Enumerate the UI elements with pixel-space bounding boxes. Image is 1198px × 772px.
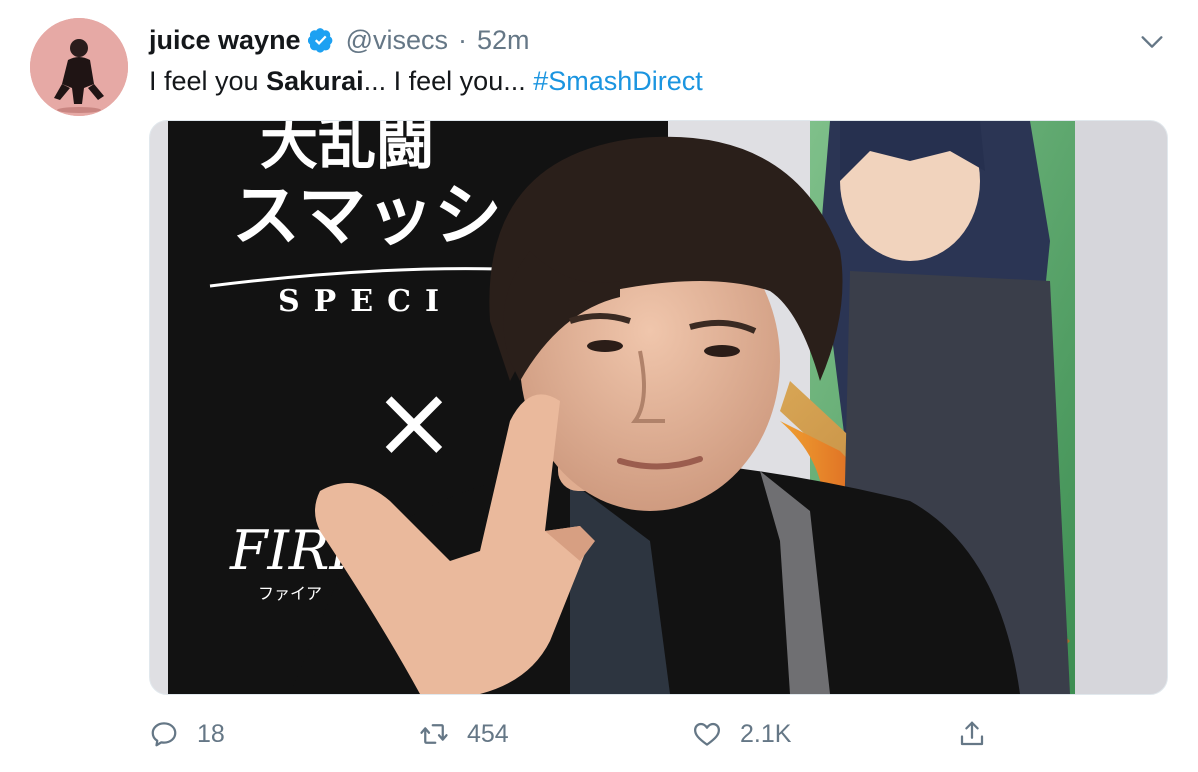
tweet-text: I feel you Sakurai... I feel you... #Sma…	[149, 62, 703, 100]
handle[interactable]: @visecs	[346, 25, 448, 56]
reply-icon	[151, 722, 177, 747]
tweet-header: juice wayne @visecs · 52m	[149, 20, 530, 60]
reply-button[interactable]: 18	[149, 712, 225, 756]
like-button[interactable]: 2.1K	[692, 712, 791, 756]
media-image: 大乱闘 スマッシュブラ SPECI × FIRE ファイア	[150, 121, 1167, 694]
tweet-text-part2: ... I feel you...	[363, 66, 534, 96]
tweet-text-part1: I feel you	[149, 66, 267, 96]
like-count: 2.1K	[740, 719, 792, 748]
verified-badge-icon	[307, 28, 332, 53]
reply-count: 18	[197, 719, 225, 748]
media-text-fire-emblem-kana: ファイア	[258, 584, 322, 603]
tweet-media[interactable]: 大乱闘 スマッシュブラ SPECI × FIRE ファイア	[149, 120, 1168, 695]
tweet-actions: 18 454 2.1K	[149, 712, 1166, 756]
share-icon	[960, 721, 984, 746]
retweet-button[interactable]: 454	[419, 712, 509, 756]
avatar[interactable]	[30, 18, 128, 116]
display-name[interactable]: juice wayne	[149, 25, 301, 56]
retweet-count: 454	[467, 719, 509, 748]
media-text-logo-line1: 大乱闘	[260, 121, 434, 177]
media-text-special: SPECI	[278, 284, 453, 319]
share-button[interactable]	[957, 712, 1005, 756]
timestamp[interactable]: 52m	[477, 25, 530, 56]
retweet-icon	[420, 724, 448, 744]
like-icon	[694, 722, 720, 746]
media-text-cross: ×	[372, 363, 456, 480]
avatar-image	[30, 18, 128, 116]
tweet[interactable]: juice wayne @visecs · 52m I feel you Sak…	[0, 0, 1198, 772]
hashtag-link[interactable]: #SmashDirect	[533, 66, 703, 96]
chevron-down-icon[interactable]	[1138, 28, 1166, 56]
tweet-text-bold: Sakurai	[266, 66, 364, 96]
separator-dot: ·	[458, 24, 468, 55]
